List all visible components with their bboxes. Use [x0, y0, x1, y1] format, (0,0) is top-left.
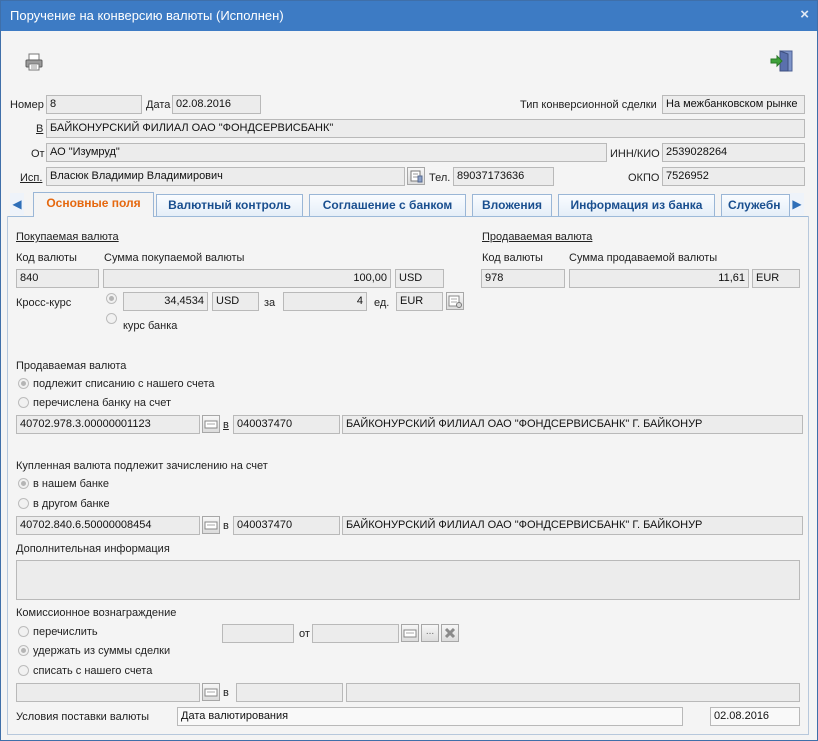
- commission-more-button[interactable]: ...: [421, 624, 439, 642]
- date-label: Дата: [146, 99, 171, 111]
- buy-code-label: Код валюты: [16, 252, 77, 264]
- bank-rate-radio[interactable]: [106, 313, 117, 324]
- sold-account-field[interactable]: 40702.978.3.00000001123: [16, 415, 200, 434]
- tab-strip: Основные поля Валютный контроль Соглашен…: [7, 192, 809, 217]
- commission-clear-icon[interactable]: [441, 624, 459, 642]
- print-icon[interactable]: [24, 53, 44, 71]
- units-label: ед.: [374, 297, 390, 309]
- sell-code-label: Код валюты: [482, 252, 543, 264]
- tab-service[interactable]: Служебн: [721, 194, 790, 216]
- tab-bank-agreement[interactable]: Соглашение с банком: [309, 194, 466, 216]
- bought-bank-field[interactable]: БАЙКОНУРСКИЙ ФИЛИАЛ ОАО "ФОНДСЕРВИСБАНК"…: [342, 516, 803, 535]
- inn-field[interactable]: 2539028264: [662, 143, 805, 162]
- bought-bik-field[interactable]: 040037470: [233, 516, 340, 535]
- sold-debit-radio[interactable]: [18, 378, 29, 389]
- sold-in-label[interactable]: в: [223, 419, 229, 431]
- executor-field[interactable]: Власюк Владимир Владимирович: [46, 167, 405, 186]
- executor-label[interactable]: Исп.: [20, 172, 42, 184]
- sold-bank-field[interactable]: БАЙКОНУРСКИЙ ФИЛИАЛ ОАО "ФОНДСЕРВИСБАНК"…: [342, 415, 803, 434]
- close-icon[interactable]: ×: [800, 6, 809, 23]
- rate-field[interactable]: 34,4534: [123, 292, 208, 311]
- sold-section-title: Продаваемая валюта: [16, 360, 127, 372]
- bought-section-title: Купленная валюта подлежит зачислению на …: [16, 460, 268, 472]
- sold-account-lookup-icon[interactable]: [202, 415, 220, 433]
- sell-sum-label: Сумма продаваемой валюты: [569, 252, 718, 264]
- sold-transfer-radio[interactable]: [18, 397, 29, 408]
- deal-type-field[interactable]: На межбанковском рынке: [662, 95, 805, 114]
- tab-currency-control[interactable]: Валютный контроль: [156, 194, 303, 216]
- commission-transfer-radio[interactable]: [18, 626, 29, 637]
- units-field[interactable]: 4: [283, 292, 367, 311]
- buy-heading: Покупаемая валюта: [16, 231, 119, 243]
- delivery-date-field[interactable]: 02.08.2016: [710, 707, 800, 726]
- window-title: Поручение на конверсию валюты (Исполнен): [10, 8, 284, 23]
- bank-rate-label: курс банка: [123, 320, 178, 332]
- bought-account-field[interactable]: 40702.840.6.50000008454: [16, 516, 200, 535]
- commission-debit-label: списать с нашего счета: [33, 665, 153, 677]
- bought-other-bank-radio[interactable]: [18, 498, 29, 509]
- sold-transfer-label: перечислена банку на счет: [33, 397, 171, 409]
- bought-our-bank-label: в нашем банке: [33, 478, 109, 490]
- commission-withhold-label: удержать из суммы сделки: [33, 645, 171, 657]
- sold-debit-label: подлежит списанию с нашего счета: [33, 378, 215, 390]
- number-field[interactable]: 8: [46, 95, 142, 114]
- commission-account-lookup-icon[interactable]: [202, 683, 220, 701]
- commission-from-label: от: [299, 628, 310, 640]
- date-field[interactable]: 02.08.2016: [172, 95, 261, 114]
- buy-code-field[interactable]: 840: [16, 269, 99, 288]
- commission-transfer-label: перечислить: [33, 626, 98, 638]
- buy-sum-label: Сумма покупаемой валюты: [104, 252, 245, 264]
- buy-sum-field[interactable]: 100,00: [103, 269, 391, 288]
- bought-other-bank-label: в другом банке: [33, 498, 110, 510]
- phone-label: Тел.: [429, 172, 451, 184]
- rate-calculator-icon[interactable]: [446, 292, 464, 310]
- additional-info-field[interactable]: [16, 560, 800, 600]
- commission-bank-field[interactable]: [346, 683, 800, 702]
- exit-icon[interactable]: [769, 50, 795, 72]
- commission-title: Комиссионное вознаграждение: [16, 607, 177, 619]
- okpo-field[interactable]: 7526952: [662, 167, 805, 186]
- delivery-label: Условия поставки валюты: [16, 711, 150, 723]
- sell-code-field[interactable]: 978: [481, 269, 565, 288]
- commission-debit-radio[interactable]: [18, 665, 29, 676]
- bought-account-lookup-icon[interactable]: [202, 516, 220, 534]
- number-label: Номер: [10, 99, 44, 111]
- inn-label: ИНН/КИО: [610, 148, 660, 160]
- commission-amount-field[interactable]: [222, 624, 294, 643]
- commission-withhold-radio[interactable]: [18, 645, 29, 656]
- commission-calendar-icon[interactable]: [401, 624, 419, 642]
- cross-rate-label: Кросс-курс: [16, 297, 72, 309]
- phone-field[interactable]: 89037173636: [453, 167, 554, 186]
- sold-bik-field[interactable]: 040037470: [233, 415, 340, 434]
- rate-currency-field[interactable]: USD: [212, 292, 259, 311]
- cross-rate-radio[interactable]: [106, 293, 117, 304]
- deal-type-label: Тип конверсионной сделки: [520, 99, 657, 111]
- conversion-order-window: Поручение на конверсию валюты (Исполнен)…: [0, 0, 818, 741]
- bank-label[interactable]: В: [36, 123, 43, 135]
- sell-heading: Продаваемая валюта: [482, 231, 593, 243]
- commission-account-field[interactable]: [16, 683, 200, 702]
- sell-sum-field[interactable]: 11,61: [569, 269, 749, 288]
- bank-field[interactable]: БАЙКОНУРСКИЙ ФИЛИАЛ ОАО "ФОНДСЕРВИСБАНК": [46, 119, 805, 138]
- okpo-label: ОКПО: [628, 172, 660, 184]
- additional-info-label: Дополнительная информация: [16, 543, 170, 555]
- commission-date-field[interactable]: [312, 624, 399, 643]
- title-bar: Поручение на конверсию валюты (Исполнен)…: [1, 1, 817, 31]
- commission-in-label: в: [223, 687, 229, 699]
- buy-currency-field[interactable]: USD: [395, 269, 444, 288]
- units-currency-field[interactable]: EUR: [396, 292, 443, 311]
- delivery-type-field[interactable]: Дата валютирования: [177, 707, 683, 726]
- bought-in-label: в: [223, 520, 229, 532]
- tab-bank-info[interactable]: Информация из банка: [558, 194, 715, 216]
- from-field[interactable]: АО "Изумруд": [46, 143, 607, 162]
- tab-main-fields[interactable]: Основные поля: [33, 192, 154, 217]
- commission-bik-field[interactable]: [236, 683, 343, 702]
- from-label: От: [31, 148, 45, 160]
- za-label: за: [264, 297, 276, 309]
- tab-attachments[interactable]: Вложения: [472, 194, 552, 216]
- bought-our-bank-radio[interactable]: [18, 478, 29, 489]
- phonebook-icon[interactable]: [407, 167, 425, 185]
- sell-currency-field[interactable]: EUR: [752, 269, 800, 288]
